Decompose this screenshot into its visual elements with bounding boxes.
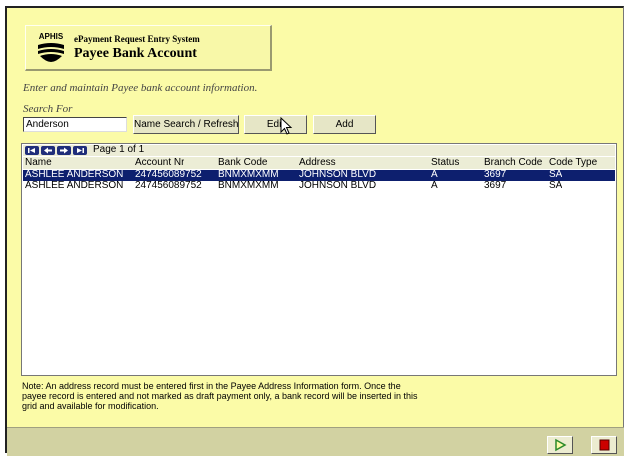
first-page-icon[interactable]	[25, 146, 39, 155]
stop-icon	[599, 439, 610, 451]
search-input[interactable]: Anderson	[23, 117, 127, 132]
search-label: Search For	[23, 103, 73, 115]
cell-branch-code: 3697	[484, 180, 507, 191]
next-page-icon[interactable]	[57, 146, 71, 155]
page-title: Payee Bank Account	[74, 46, 197, 61]
play-icon	[555, 438, 567, 452]
stop-button[interactable]	[591, 436, 617, 454]
cell-status: A	[431, 180, 438, 191]
cell-branch-code: 3697	[484, 169, 507, 180]
cell-name: ASHLEE ANDERSON	[25, 180, 124, 191]
column-header-code-type[interactable]: Code Type	[549, 157, 597, 168]
column-header-branch-code[interactable]: Branch Code	[484, 157, 542, 168]
bank-account-grid: Page 1 of 1 Name Account Nr Bank Code Ad…	[21, 143, 617, 376]
cell-account-nr: 247456089752	[135, 180, 202, 191]
play-button[interactable]	[547, 436, 573, 454]
aphis-logo: APHIS	[36, 32, 66, 64]
column-header-address[interactable]: Address	[299, 157, 336, 168]
cell-bank-code: BNMXMXMM	[218, 169, 279, 180]
cell-account-nr: 247456089752	[135, 169, 202, 180]
table-row[interactable]: ASHLEE ANDERSON 247456089752 BNMXMXMM JO…	[23, 180, 615, 192]
page-info: Page 1 of 1	[93, 144, 145, 155]
cell-code-type: SA	[549, 180, 563, 191]
add-button[interactable]: Add	[313, 115, 376, 134]
column-header-bank-code[interactable]: Bank Code	[218, 157, 267, 168]
instruction-note: Note: An address record must be entered …	[22, 381, 418, 411]
column-header-status[interactable]: Status	[431, 157, 459, 168]
previous-page-icon[interactable]	[41, 146, 55, 155]
cell-address: JOHNSON BLVD	[299, 169, 377, 180]
app-window: APHIS ePayment Request Entry System Paye…	[5, 6, 624, 456]
system-title: ePayment Request Entry System	[74, 34, 200, 44]
page-subtitle: Enter and maintain Payee bank account in…	[23, 82, 258, 94]
mouse-cursor-icon	[280, 117, 293, 135]
footer-bar	[7, 427, 624, 456]
cell-status: A	[431, 169, 438, 180]
cell-bank-code: BNMXMXMM	[218, 180, 279, 191]
name-search-refresh-button[interactable]: Name Search / Refresh	[133, 115, 239, 134]
title-panel: APHIS ePayment Request Entry System Paye…	[25, 25, 272, 71]
column-header-name[interactable]: Name	[25, 157, 52, 168]
edit-button[interactable]: Edit	[244, 115, 307, 134]
grid-header: Name Account Nr Bank Code Address Status…	[23, 157, 615, 169]
cell-code-type: SA	[549, 169, 563, 180]
grid-navigation-bar: Page 1 of 1	[23, 144, 615, 156]
cell-address: JOHNSON BLVD	[299, 180, 377, 191]
column-header-account-nr[interactable]: Account Nr	[135, 157, 184, 168]
cell-name: ASHLEE ANDERSON	[25, 169, 124, 180]
last-page-icon[interactable]	[73, 146, 87, 155]
